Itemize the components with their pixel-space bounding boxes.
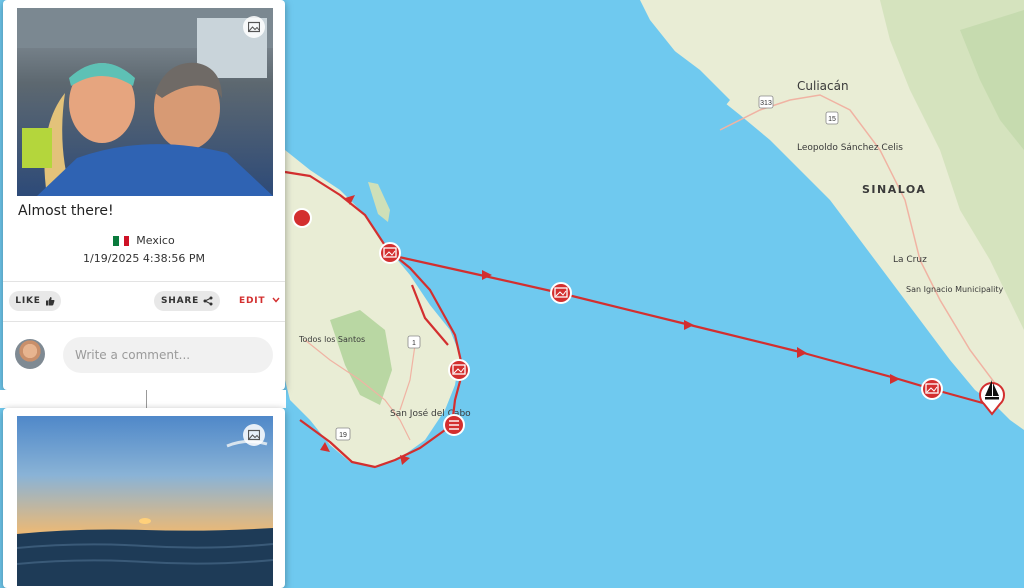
post-date: 1/19/2025 4:38:56 PM: [83, 252, 205, 265]
selfie-illustration: [17, 8, 273, 196]
place-label: SINALOA: [862, 183, 926, 196]
place-label: Todos los Santos: [298, 335, 365, 344]
avatar: [15, 339, 45, 369]
like-label: LIKE: [15, 296, 41, 306]
photo-marker[interactable]: [379, 242, 401, 264]
mexico-flag-icon: [113, 236, 130, 246]
thumbs-up-icon: [45, 297, 55, 306]
place-label: Culiacán: [797, 79, 849, 93]
share-icon: [203, 296, 213, 306]
post-card: [3, 408, 285, 588]
list-marker[interactable]: [443, 414, 465, 436]
photo-marker[interactable]: [292, 208, 312, 228]
timeline-gap: [0, 390, 286, 408]
highway-shield: 15: [825, 111, 839, 125]
svg-text:19: 19: [339, 432, 347, 439]
comment-input[interactable]: [63, 337, 273, 373]
place-label: La Cruz: [893, 255, 927, 265]
post-title: Almost there!: [18, 203, 114, 219]
svg-text:313: 313: [760, 100, 772, 107]
post-card: Almost there! Mexico 1/19/2025 4:38:56 P…: [3, 0, 285, 390]
divider: [3, 281, 285, 282]
svg-text:15: 15: [828, 116, 836, 123]
place-label: San Ignacio Municipality: [906, 285, 1004, 294]
place-label: Leopoldo Sánchez Celis: [797, 143, 903, 153]
like-button[interactable]: LIKE: [9, 291, 61, 311]
photo-marker[interactable]: [550, 282, 572, 304]
share-button[interactable]: SHARE: [154, 291, 220, 311]
image-icon[interactable]: [243, 16, 265, 38]
chevron-down-icon: [272, 297, 280, 303]
post-photo[interactable]: [17, 416, 273, 586]
edit-label: EDIT: [239, 296, 266, 306]
post-location: Mexico: [3, 234, 285, 247]
divider: [3, 321, 285, 322]
highway-shield: 19: [335, 427, 351, 441]
share-label: SHARE: [160, 296, 200, 306]
sunset-illustration: [17, 439, 273, 586]
post-country: Mexico: [136, 234, 175, 247]
image-icon[interactable]: [243, 424, 265, 446]
post-photo[interactable]: [17, 8, 273, 196]
svg-text:1: 1: [412, 340, 416, 347]
photo-marker[interactable]: [921, 378, 943, 400]
highway-shield: 1: [407, 335, 421, 349]
edit-button[interactable]: EDIT: [239, 296, 280, 306]
photo-marker[interactable]: [448, 359, 470, 381]
timeline-connector: [146, 390, 147, 410]
highway-shield: 313: [758, 95, 774, 109]
